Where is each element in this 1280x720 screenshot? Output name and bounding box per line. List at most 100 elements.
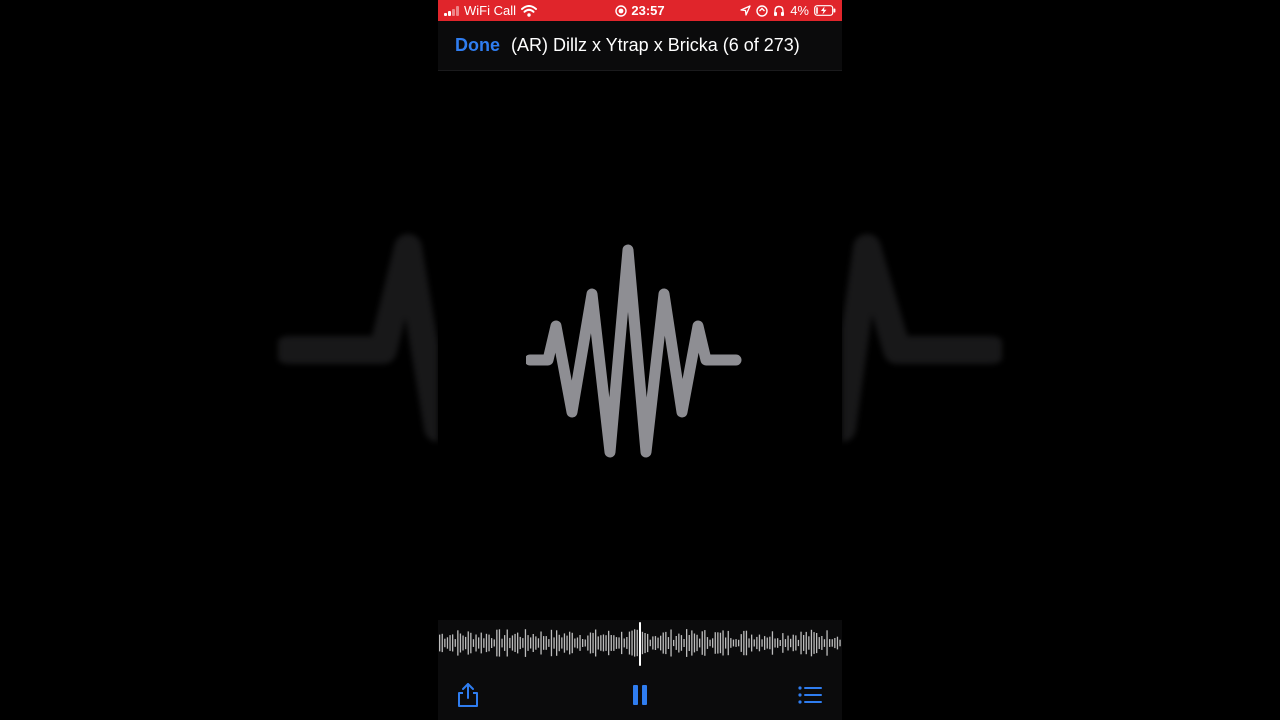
scrubber-bar bbox=[548, 639, 550, 647]
scrubber-bar bbox=[732, 639, 735, 647]
scrubber-bar bbox=[446, 637, 449, 649]
scrubber-bar bbox=[626, 637, 628, 649]
scrubber-bar bbox=[608, 630, 610, 656]
scrubber-bar bbox=[748, 638, 750, 648]
scrubber-bar bbox=[821, 636, 823, 650]
nav-bar: Done (AR) Dillz x Ytrap x Bricka (6 of 2… bbox=[438, 21, 842, 71]
scrubber-bar bbox=[561, 637, 563, 649]
scrubber-bar bbox=[803, 635, 805, 651]
scrubber-bar bbox=[628, 631, 631, 655]
scrubber-bar bbox=[673, 639, 675, 647]
scrubber-bar bbox=[545, 636, 547, 650]
scrubber-bar bbox=[597, 636, 599, 650]
scrubber-bar bbox=[576, 637, 579, 649]
playhead-marker[interactable] bbox=[639, 622, 641, 666]
scrubber-bar bbox=[504, 635, 506, 651]
scrubber-bar bbox=[470, 632, 472, 654]
scrubber-bar bbox=[540, 631, 542, 655]
scrubber-bar bbox=[467, 631, 469, 655]
scrubber-bar bbox=[834, 638, 836, 649]
scrubber-bar bbox=[602, 634, 605, 652]
scrubber-bar bbox=[501, 638, 503, 648]
scrubber-bar bbox=[769, 636, 771, 650]
scrubber-bar bbox=[800, 631, 802, 655]
scrubber-bar bbox=[537, 638, 540, 648]
pause-icon[interactable] bbox=[627, 682, 653, 708]
scrubber-bar bbox=[725, 637, 727, 649]
scrubber-bar bbox=[522, 638, 524, 648]
scrubber-bar bbox=[810, 629, 813, 657]
scrubber-bar bbox=[558, 634, 560, 652]
done-button[interactable]: Done bbox=[455, 35, 500, 56]
scrubber-bar bbox=[610, 635, 612, 651]
scrubber-bar bbox=[670, 629, 672, 657]
scrubber-bar bbox=[524, 629, 527, 657]
scrubber-bar bbox=[618, 637, 620, 649]
screen-stage: WiFi Call 23:57 4% Done (AR) Dillz x Ytr… bbox=[0, 0, 1280, 720]
scrubber-bar bbox=[816, 633, 818, 654]
scrubber-bar bbox=[818, 637, 820, 649]
scrubber-bar bbox=[605, 635, 607, 651]
scrubber-bar bbox=[478, 637, 480, 649]
scrubber-bar bbox=[665, 631, 667, 655]
scrubber-bar bbox=[823, 639, 826, 647]
playback-scrubber[interactable] bbox=[438, 620, 842, 666]
scrubber-bar bbox=[839, 639, 841, 647]
scrubber-bar bbox=[829, 639, 831, 647]
scrubber-bar bbox=[530, 637, 532, 649]
bottom-toolbar bbox=[438, 666, 842, 720]
scrubber-bar bbox=[623, 638, 625, 648]
scrubber-bar bbox=[678, 633, 680, 653]
scrubber-bar bbox=[579, 635, 581, 651]
scrubber-bar bbox=[498, 629, 501, 657]
scrubber-bar bbox=[506, 629, 508, 657]
scrubber-bar bbox=[831, 639, 833, 647]
scrubber-bar bbox=[475, 634, 477, 652]
scrubber-bar bbox=[519, 636, 521, 650]
scrubber-bar bbox=[457, 630, 459, 656]
scrubber-bar bbox=[660, 635, 662, 651]
scrubber-bar bbox=[553, 637, 555, 649]
scrubber-bar bbox=[491, 638, 493, 648]
phone-screen: WiFi Call 23:57 4% Done (AR) Dillz x Ytr… bbox=[438, 0, 842, 720]
scrubber-bar bbox=[532, 634, 534, 652]
scrubber-bar bbox=[727, 630, 729, 656]
status-bar: WiFi Call 23:57 4% bbox=[438, 0, 842, 21]
scrubber-bar bbox=[459, 633, 462, 653]
scrubber-bar bbox=[563, 633, 566, 653]
scrubber-bar bbox=[595, 629, 597, 657]
scrubber-bar bbox=[766, 637, 768, 649]
scrubber-bar bbox=[511, 635, 514, 651]
scrubber-bar bbox=[683, 639, 685, 647]
scrubber-bar bbox=[657, 637, 659, 649]
alarm-lock-icon bbox=[756, 4, 768, 17]
scrubber-bar bbox=[472, 639, 475, 647]
scrubber-bar bbox=[714, 632, 716, 654]
scrubber-bar bbox=[719, 632, 722, 654]
share-icon[interactable] bbox=[455, 682, 481, 708]
scrubber-bar bbox=[686, 629, 688, 657]
scrubber-bar bbox=[722, 630, 724, 656]
scrubber-bar bbox=[735, 639, 737, 647]
battery-charging-icon bbox=[814, 5, 836, 16]
scrubber-bar bbox=[808, 636, 810, 650]
battery-percent: 4% bbox=[790, 3, 809, 18]
list-icon[interactable] bbox=[797, 682, 823, 708]
scrubber-bar bbox=[509, 637, 511, 649]
scrubber-bar bbox=[680, 635, 683, 651]
scrubber-bar bbox=[652, 636, 654, 650]
scrubber-bar bbox=[758, 634, 761, 652]
scrubber-bar bbox=[691, 630, 693, 656]
scrubber-bar bbox=[589, 632, 592, 654]
scrubber-bar bbox=[805, 631, 807, 655]
scrubber-bar bbox=[688, 635, 690, 651]
scrubber-bar bbox=[764, 636, 766, 650]
background-echo-left bbox=[278, 234, 438, 442]
scrubber-bar bbox=[631, 630, 633, 656]
scrubber-bar bbox=[717, 632, 719, 654]
scrubber-bar bbox=[738, 639, 740, 647]
scrubber-bar bbox=[644, 633, 646, 654]
scrubber-bar bbox=[756, 636, 758, 650]
scrubber-bar bbox=[771, 631, 774, 655]
scrubber-bar bbox=[621, 631, 623, 655]
